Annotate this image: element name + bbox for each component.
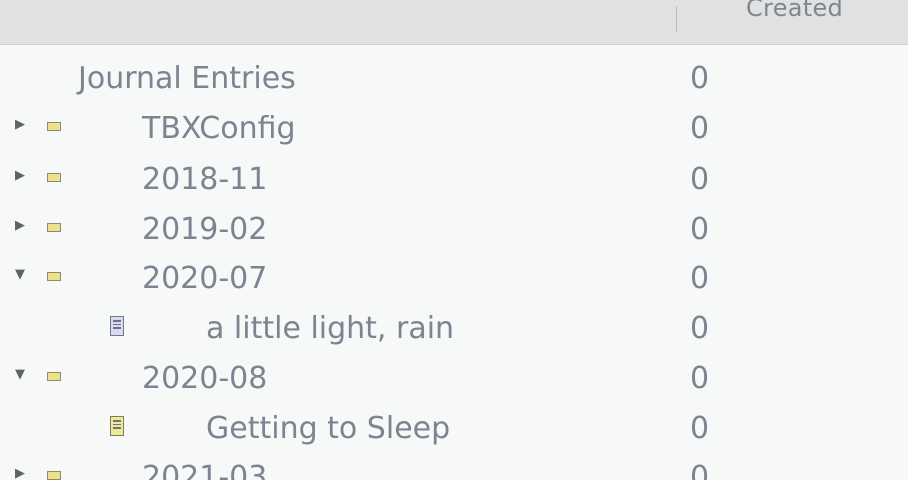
outline-view: Journal Entries 0 ▶ TBXConfig 0 ▶ 2018-1… xyxy=(0,0,908,480)
disclosure-right-icon[interactable]: ▶ xyxy=(12,218,28,234)
outline-row-2019-02[interactable]: ▶ 2019-02 0 xyxy=(0,204,908,254)
outline-row-journal-entries[interactable]: Journal Entries 0 xyxy=(0,53,908,103)
row-title: 2020-07 xyxy=(142,261,268,296)
folder-icon xyxy=(47,122,61,131)
column-header-bar: Created xyxy=(0,0,908,45)
row-created-value: 0 xyxy=(690,111,710,146)
folder-icon xyxy=(47,272,61,281)
created-column-header[interactable]: Created xyxy=(746,0,843,22)
row-title: 2021-03 xyxy=(142,460,268,480)
row-created-value: 0 xyxy=(690,311,710,346)
disclosure-right-icon[interactable]: ▶ xyxy=(12,117,28,133)
outline-row-2020-08[interactable]: ▼ 2020-08 0 xyxy=(0,353,908,403)
column-divider[interactable] xyxy=(676,6,677,32)
document-icon xyxy=(110,316,124,336)
row-created-value: 0 xyxy=(690,261,710,296)
outline-row-a-little-light-rain[interactable]: a little light, rain 0 xyxy=(0,303,908,353)
row-created-value: 0 xyxy=(690,162,710,197)
row-title: Journal Entries xyxy=(78,61,296,96)
disclosure-right-icon[interactable]: ▶ xyxy=(12,466,28,480)
folder-icon xyxy=(47,173,61,182)
row-title: TBXConfig xyxy=(142,111,296,146)
row-created-value: 0 xyxy=(690,61,710,96)
row-title: 2019-02 xyxy=(142,212,268,247)
outline-row-tbxconfig[interactable]: ▶ TBXConfig 0 xyxy=(0,103,908,153)
disclosure-down-icon[interactable]: ▼ xyxy=(12,267,28,283)
row-created-value: 0 xyxy=(690,411,710,446)
row-created-value: 0 xyxy=(690,212,710,247)
row-title: 2020-08 xyxy=(142,361,268,396)
outline-row-2020-07[interactable]: ▼ 2020-07 0 xyxy=(0,253,908,303)
outline-rows: Journal Entries 0 ▶ TBXConfig 0 ▶ 2018-1… xyxy=(0,0,908,480)
document-icon xyxy=(110,416,124,436)
row-created-value: 0 xyxy=(690,361,710,396)
folder-icon xyxy=(47,223,61,232)
row-title: Getting to Sleep xyxy=(206,411,451,446)
folder-icon xyxy=(47,372,61,381)
outline-row-getting-to-sleep[interactable]: Getting to Sleep 0 xyxy=(0,403,908,453)
folder-icon xyxy=(47,471,61,480)
row-title: 2018-11 xyxy=(142,162,268,197)
row-title: a little light, rain xyxy=(206,311,455,346)
row-created-value: 0 xyxy=(690,460,710,480)
disclosure-right-icon[interactable]: ▶ xyxy=(12,168,28,184)
outline-row-2021-03[interactable]: ▶ 2021-03 0 xyxy=(0,452,908,480)
outline-row-2018-11[interactable]: ▶ 2018-11 0 xyxy=(0,154,908,204)
disclosure-down-icon[interactable]: ▼ xyxy=(12,367,28,383)
